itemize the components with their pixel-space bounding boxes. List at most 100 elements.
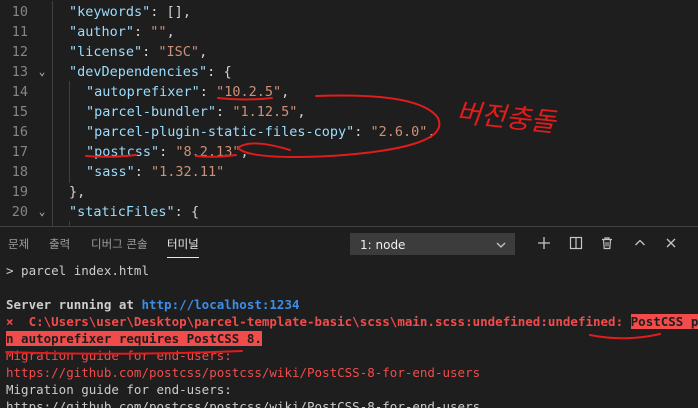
code-token-tail: , (281, 84, 290, 100)
indent-guide (52, 61, 69, 83)
line-number: 12 (11, 44, 28, 60)
code-token-val: "10.2.5" (216, 84, 282, 100)
code-editor[interactable]: 10 "keywords": [], 11 "author": "", 12 "licen… (0, 0, 698, 226)
line-number: 20 (11, 204, 28, 220)
chevron-up-icon[interactable] (630, 233, 650, 253)
chevron-down-icon (496, 234, 506, 263)
terminal-output[interactable]: > parcel index.html Server running at ht… (0, 261, 698, 408)
line-number: 10 (11, 4, 28, 20)
server-url-link[interactable]: http://localhost:1234 (141, 297, 299, 312)
tab-debug-console[interactable]: 디버그 콘솔 (91, 236, 148, 252)
indent-guide (52, 1, 69, 23)
line-number: 19 (11, 184, 28, 200)
indent-guide (69, 101, 86, 123)
code-line[interactable]: 15 "parcel-bundler": "1.12.5", (0, 101, 698, 123)
line-number: 18 (11, 164, 28, 180)
error-line-continued: n autoprefixer requires PostCSS 8. (6, 330, 262, 347)
terminal-select[interactable]: 1: node (350, 233, 515, 255)
code-token-sep: : (134, 24, 151, 40)
code-line[interactable]: 10 "keywords": [], (0, 1, 698, 23)
tab-terminal[interactable]: 터미널 (167, 236, 199, 258)
code-token-sep: : (142, 44, 159, 60)
indent-guide (52, 101, 69, 123)
code-token-val: { (190, 204, 200, 220)
migration-guide-2: Migration guide for end-users: (6, 382, 232, 397)
indent-guide (69, 81, 86, 103)
code-line[interactable]: 11 "author": "", (0, 21, 698, 43)
line-number: 17 (11, 144, 28, 160)
code-line[interactable]: 13 ⌄ "devDependencies": { (0, 61, 698, 83)
code-line[interactable]: 14 "autoprefixer": "10.2.5", (0, 81, 698, 103)
fold-chevron-icon[interactable]: ⌄ (36, 201, 48, 223)
indent-guide (52, 41, 69, 63)
code-token-key: "staticFiles" (69, 204, 175, 220)
code-token-val: "2.6.0" (370, 124, 428, 140)
code-token-key: "sass" (86, 164, 135, 180)
code-line[interactable]: 17 "postcss": "8.2.13", (0, 141, 698, 163)
migration-url-1[interactable]: https://github.com/postcss/postcss/wiki/… (6, 364, 480, 381)
fold-chevron-icon[interactable]: ⌄ (36, 61, 48, 83)
code-line[interactable]: 16 "parcel-plugin-static-files-copy": "2.… (0, 121, 698, 143)
indent-guide (52, 201, 69, 223)
code-content: "staticFiles": { (52, 201, 199, 223)
line-number: 13 (11, 64, 28, 80)
code-token-sep: : (174, 204, 191, 220)
line-number: 15 (11, 104, 28, 120)
code-token-tail: , (297, 104, 306, 120)
code-token-sep: : (207, 64, 224, 80)
code-content: "license": "ISC", (52, 41, 207, 63)
code-content: "parcel-bundler": "1.12.5", (52, 101, 305, 123)
code-token-key: "keywords" (69, 4, 151, 20)
code-line[interactable]: 19}, (0, 181, 698, 203)
code-token-val: "" (150, 24, 167, 40)
indent-guide (69, 121, 86, 143)
trash-icon[interactable] (597, 233, 617, 253)
code-token-sep: : (354, 124, 371, 140)
plus-icon[interactable] (534, 233, 554, 253)
code-token-tail: , (240, 144, 249, 160)
code-token-val: "1.32.11" (151, 164, 225, 180)
terminal-select-value: 1: node (360, 238, 406, 252)
code-token-key: "parcel-bundler" (86, 104, 217, 120)
indent-guide (52, 21, 69, 43)
indent-guide (69, 141, 86, 163)
code-token-tail: , (182, 4, 191, 20)
error-message-highlight-2: n autoprefixer requires PostCSS 8. (6, 331, 262, 346)
indent-guide (52, 81, 69, 103)
indent-guide (52, 161, 69, 183)
code-token-key: "devDependencies" (69, 64, 208, 80)
bottom-panel: 문제 출력 디버그 콘솔 터미널 1: node > parcel index.… (0, 226, 698, 408)
code-token-tail: , (427, 124, 436, 140)
code-token-tail: , (166, 24, 175, 40)
code-token-val: }, (69, 184, 86, 200)
code-token-val: { (223, 64, 232, 80)
code-token-sep: : (134, 164, 152, 180)
error-line: × C:\Users\user\Desktop\parcel-template-… (6, 313, 698, 330)
server-label: Server running at (6, 297, 142, 312)
line-number: 16 (11, 124, 28, 140)
code-token-val: "8.2.13" (175, 144, 241, 160)
code-line[interactable]: 18 "sass": "1.32.11" (0, 161, 698, 183)
code-content: "author": "", (52, 21, 175, 43)
code-token-key: "autoprefixer" (86, 84, 200, 100)
close-icon[interactable] (661, 233, 681, 253)
line-number: 11 (11, 24, 28, 40)
tab-output[interactable]: 출력 (49, 236, 70, 252)
code-token-key: "license" (69, 44, 143, 60)
tab-problems[interactable]: 문제 (8, 236, 29, 252)
code-token-tail: , (199, 44, 208, 60)
indent-guide (69, 161, 86, 183)
indent-guide (52, 141, 69, 163)
code-line[interactable]: 12 "license": "ISC", (0, 41, 698, 63)
code-token-key: "postcss" (86, 144, 160, 160)
indent-guide (52, 181, 69, 203)
code-token-sep: : (150, 4, 167, 20)
code-content: "keywords": [], (52, 1, 191, 23)
code-line[interactable]: 20 ⌄ "staticFiles": { (0, 201, 698, 223)
error-message-highlight: PostCSS plugi (630, 314, 698, 329)
code-content: "sass": "1.32.11" (52, 161, 224, 183)
split-terminal-icon[interactable] (566, 233, 586, 253)
error-path: × C:\Users\user\Desktop\parcel-template-… (6, 314, 631, 329)
terminal-command: > parcel index.html (6, 263, 149, 278)
server-running-line: Server running at http://localhost:1234 (6, 296, 300, 313)
